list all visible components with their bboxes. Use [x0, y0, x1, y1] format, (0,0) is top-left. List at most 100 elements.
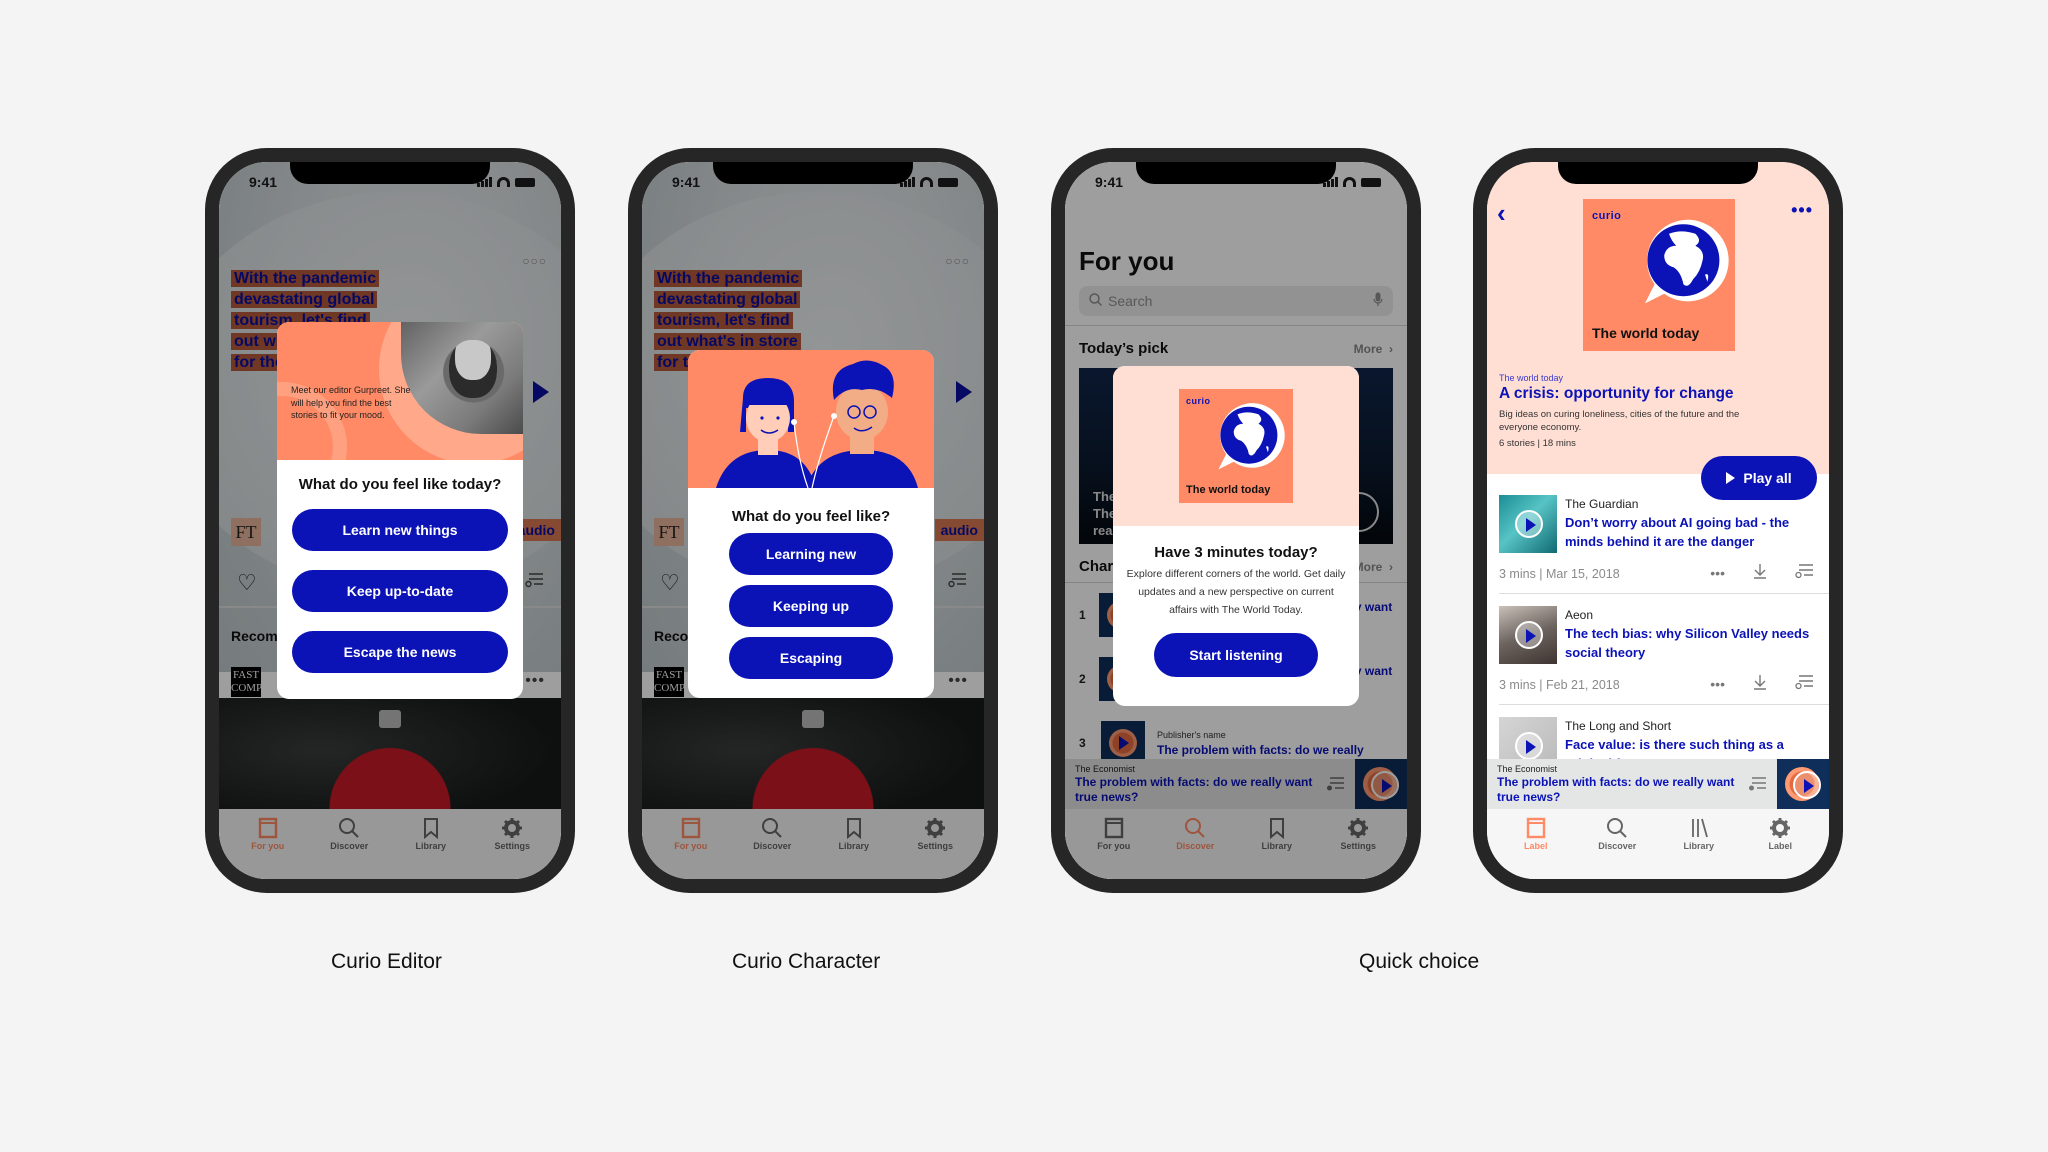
phone-quick-choice-modal: 9:41 For you Search Today’s pick More › — [1051, 148, 1421, 893]
keep-up-to-date-button[interactable]: Keep up-to-date — [292, 570, 508, 612]
microphone-icon[interactable] — [1373, 292, 1383, 310]
more-options-icon[interactable]: ••• — [525, 672, 545, 690]
download-icon[interactable] — [1753, 563, 1767, 582]
heart-icon[interactable]: ♡ — [237, 570, 257, 596]
story-publisher: Aeon — [1565, 608, 1594, 622]
canvas: 9:41 ○○○ With the pandemic devastating g… — [0, 0, 2048, 1152]
tab-discover[interactable]: Discover — [314, 815, 384, 879]
learning-new-button[interactable]: Learning new — [729, 533, 893, 575]
ornament-cap — [379, 710, 401, 728]
character-modal: What do you feel like? Learning new Keep… — [688, 350, 934, 698]
add-to-queue-icon[interactable] — [525, 572, 543, 593]
gear-icon — [1347, 815, 1369, 841]
play-icon[interactable] — [956, 381, 972, 403]
editor-intro: Meet our editor Gurpreet. She will help … — [291, 385, 411, 420]
charts-more-link[interactable]: More › — [1354, 560, 1393, 574]
search-icon — [1184, 815, 1206, 841]
notch — [1136, 162, 1336, 184]
status-time: 9:41 — [1095, 174, 1124, 190]
story-publisher: The Guardian — [1565, 497, 1639, 511]
learn-new-things-button[interactable]: Learn new things — [292, 509, 508, 551]
curio-logo: curio — [1592, 210, 1622, 222]
bookmark-icon — [420, 815, 442, 841]
start-listening-button[interactable]: Start listening — [1154, 633, 1318, 677]
search-icon — [1606, 815, 1628, 841]
tab-bar: For you Discover Library Settings — [219, 809, 561, 879]
more-options-icon[interactable]: ••• — [948, 672, 968, 690]
search-input[interactable]: Search — [1079, 286, 1393, 316]
play-icon — [1515, 510, 1543, 538]
tab-library[interactable]: Library — [819, 815, 889, 879]
tab-library[interactable]: Library — [1242, 815, 1312, 879]
search-icon — [761, 815, 783, 841]
publisher-logo: FT — [231, 518, 261, 546]
back-icon[interactable]: ‹ — [1497, 198, 1506, 229]
tab-label[interactable]: Label — [1501, 815, 1571, 879]
podcast-cover: curio The world today — [1179, 389, 1293, 503]
playlist-description: Big ideas on curing loneliness, cities o… — [1499, 409, 1740, 433]
tab-for-you[interactable]: For you — [233, 815, 303, 879]
tab-label-settings[interactable]: Label — [1745, 815, 1815, 879]
story-thumbnail[interactable] — [1499, 606, 1557, 664]
tab-bar: For you Discover Library Settings — [642, 809, 984, 879]
phone-screen: 9:41 For you Search Today’s pick More › — [1065, 162, 1407, 879]
mini-player[interactable]: The Economist The problem with facts: do… — [1487, 759, 1829, 809]
mini-player[interactable]: The Economist The problem with facts: do… — [1065, 759, 1407, 809]
tab-discover[interactable]: Discover — [1582, 815, 1652, 879]
tab-discover[interactable]: Discover — [737, 815, 807, 879]
tab-library[interactable]: Library — [1664, 815, 1734, 879]
add-to-queue-icon[interactable] — [1795, 674, 1813, 693]
audio-tag: audio — [934, 519, 984, 541]
more-options-icon[interactable]: ••• — [1710, 565, 1725, 581]
mini-player-title: The problem with facts: do we really wan… — [1497, 774, 1735, 804]
tab-discover[interactable]: Discover — [1160, 815, 1230, 879]
heart-icon[interactable]: ♡ — [660, 570, 680, 596]
queue-icon[interactable] — [1737, 776, 1777, 792]
keeping-up-button[interactable]: Keeping up — [729, 585, 893, 627]
cover-title: The world today — [1592, 325, 1700, 341]
add-to-queue-icon[interactable] — [1795, 563, 1813, 582]
tab-for-you[interactable]: For you — [1079, 815, 1149, 879]
tab-settings[interactable]: Settings — [1323, 815, 1393, 879]
modal-hero: curio The world today — [1113, 366, 1359, 526]
story-meta: 3 mins | Feb 21, 2018 — [1499, 678, 1620, 692]
tab-library[interactable]: Library — [396, 815, 466, 879]
play-icon[interactable] — [533, 381, 549, 403]
mini-player-publisher: The Economist — [1497, 763, 1558, 774]
escaping-button[interactable]: Escaping — [729, 637, 893, 679]
bookmark-icon — [1266, 815, 1288, 841]
modal-description: Explore different corners of the world. … — [1126, 568, 1346, 616]
status-time: 9:41 — [672, 174, 701, 190]
divider — [1499, 593, 1829, 594]
tab-for-you[interactable]: For you — [656, 815, 726, 879]
escape-the-news-button[interactable]: Escape the news — [292, 631, 508, 673]
search-placeholder: Search — [1108, 293, 1153, 309]
story-thumbnail[interactable] — [1499, 495, 1557, 553]
queue-icon[interactable] — [1315, 776, 1355, 792]
notch — [290, 162, 490, 184]
more-options-icon[interactable]: ••• — [1710, 676, 1725, 692]
caption-quick-choice: Quick choice — [1359, 950, 1480, 973]
tab-settings[interactable]: Settings — [900, 815, 970, 879]
todays-pick-more-link[interactable]: More › — [1354, 342, 1393, 356]
podcast-cover: curio The world today — [1583, 199, 1735, 351]
add-to-queue-icon[interactable] — [948, 572, 966, 593]
modal-question: What do you feel like? — [731, 508, 891, 525]
battery-icon — [515, 177, 535, 187]
phone-screen: 9:41 ○○○ With the pandemic devastating g… — [219, 162, 561, 879]
search-icon — [1089, 293, 1103, 309]
gear-icon — [501, 815, 523, 841]
battery-icon — [1361, 177, 1381, 187]
gear-icon — [1769, 815, 1791, 841]
library-icon — [1688, 815, 1710, 841]
play-all-button[interactable]: Play all — [1701, 456, 1817, 500]
more-options-icon[interactable]: ••• — [1791, 200, 1813, 221]
caption-curio-character: Curio Character — [732, 950, 881, 973]
modal-question: What do you feel like today? — [298, 476, 502, 493]
playlist-title: A crisis: opportunity for change — [1499, 385, 1734, 402]
play-icon — [1726, 472, 1736, 484]
mini-player-play-button[interactable] — [1355, 759, 1407, 809]
mini-player-play-button[interactable] — [1777, 759, 1829, 809]
download-icon[interactable] — [1753, 674, 1767, 693]
tab-settings[interactable]: Settings — [477, 815, 547, 879]
